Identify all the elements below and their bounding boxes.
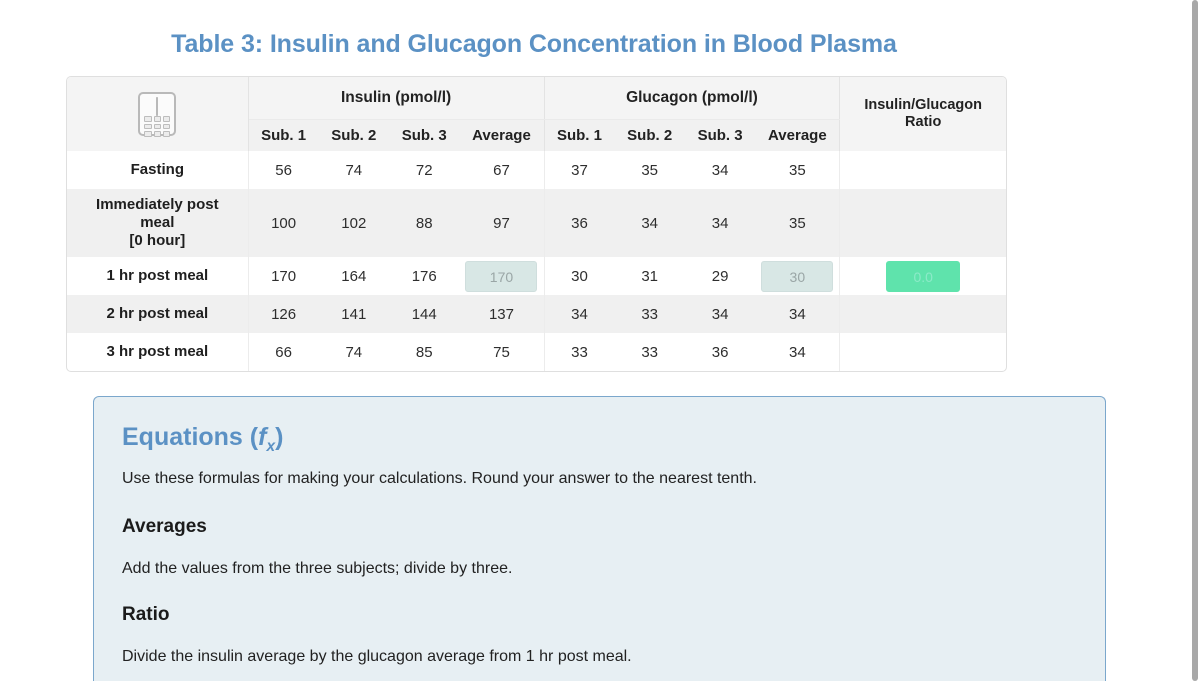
cell-1hr-glucagon-sub3: 29 — [711, 267, 729, 285]
cell-1hr-insulin-average: 170 — [459, 257, 545, 295]
cell-3hr-glucagon-sub1: 33 — [571, 343, 588, 361]
cell-3hr-insulin-average: 75 — [459, 333, 545, 371]
fx-subscript: x — [266, 438, 276, 455]
cell-fasting-insulin-average: 67 — [459, 151, 545, 189]
ratio-heading: Ratio — [122, 604, 170, 625]
cell-1hr-glucagon-sub2: 31 — [641, 267, 659, 285]
table-row: 3 hr post meal 66 74 85 75 33 33 36 34 — [67, 333, 1006, 371]
cell-fasting-glucagon-average: 35 — [755, 151, 841, 189]
averages-heading: Averages — [122, 516, 207, 537]
calculator-icon — [138, 92, 177, 137]
cell-postmeal0-glucagon-sub2: 34 — [614, 189, 685, 257]
cell-2hr-glucagon-sub3: 34 — [684, 295, 756, 333]
header-ratio-line2: Ratio — [905, 114, 942, 130]
insulin-average-input[interactable]: 170 — [465, 260, 538, 292]
cell-fasting-insulin-sub2: 74 — [345, 161, 363, 179]
header-insulin-average: Average — [459, 119, 545, 151]
header-group-row: Insulin (pmol/l) Glucagon (pmol/l) Insul… — [67, 77, 1006, 151]
page-scrollbar[interactable] — [1188, 0, 1200, 681]
header-insulin-sub1: Sub. 1 — [248, 119, 319, 151]
header-glucagon-average: Average — [755, 119, 841, 151]
cell-1hr-glucagon-average: 30 — [755, 257, 841, 295]
data-table-card: Insulin (pmol/l) Glucagon (pmol/l) Insul… — [66, 76, 1007, 372]
table-head: Insulin (pmol/l) Glucagon (pmol/l) Insul… — [67, 77, 1006, 151]
cell-postmeal0-glucagon-sub1: 36 — [544, 189, 615, 257]
header-insulin-group: Insulin (pmol/l) — [248, 77, 545, 120]
cell-1hr-ratio: 0.0 — [840, 257, 1006, 295]
table-body: Fasting 56 74 72 67 37 35 34 35 Immediat… — [67, 151, 1006, 371]
calculator-screen — [156, 97, 159, 116]
cell-2hr-glucagon-average: 34 — [755, 295, 841, 333]
cell-1hr-insulin-sub3: 176 — [411, 267, 437, 285]
cell-2hr-insulin-average: 137 — [459, 295, 545, 333]
calculator-icon-cell — [67, 77, 249, 151]
cell-1hr-insulin-sub1: 170 — [271, 267, 297, 285]
cell-3hr-glucagon-average: 34 — [755, 333, 841, 371]
ratio-text: Divide the insulin average by the glucag… — [122, 648, 632, 665]
cell-postmeal0-glucagon-sub3: 34 — [684, 189, 756, 257]
row-label-line3: [0 hour] — [129, 232, 186, 250]
header-insulin-sub2: Sub. 2 — [318, 119, 390, 151]
cell-postmeal0-insulin-average: 97 — [459, 189, 545, 257]
cell-postmeal0-insulin-sub1: 100 — [248, 189, 319, 257]
cell-3hr-insulin-sub2: 74 — [345, 343, 363, 361]
cell-2hr-glucagon-sub1: 34 — [544, 295, 615, 333]
header-glucagon-sub1: Sub. 1 — [544, 119, 615, 151]
cell-1hr-insulin-sub2: 164 — [341, 267, 367, 285]
header-glucagon-sub2: Sub. 2 — [614, 119, 685, 151]
cell-fasting-insulin-sub1: 56 — [275, 161, 292, 179]
cell-1hr-glucagon-sub1: 30 — [571, 267, 588, 285]
cell-postmeal0-insulin-sub2: 102 — [318, 189, 390, 257]
equations-title-text: Equations ( — [122, 423, 259, 451]
table-row: 1 hr post meal 170 164 176 170 30 31 29 … — [67, 257, 1006, 295]
averages-text: Add the values from the three subjects; … — [122, 560, 513, 577]
header-ratio: Insulin/Glucagon Ratio — [839, 77, 1006, 151]
table-row: Immediately post meal [0 hour] 100 102 8… — [67, 189, 1006, 257]
cell-fasting-ratio — [840, 151, 1006, 189]
cell-postmeal0-insulin-sub3: 88 — [389, 189, 460, 257]
insulin-glucagon-table: Insulin (pmol/l) Glucagon (pmol/l) Insul… — [67, 77, 1006, 371]
cell-fasting-glucagon-sub3: 34 — [711, 161, 729, 179]
scrollbar-thumb[interactable] — [1192, 0, 1198, 681]
equations-title-close: ) — [275, 423, 284, 451]
cell-3hr-glucagon-sub3: 36 — [711, 343, 729, 361]
cell-postmeal0-ratio — [839, 189, 1006, 257]
header-glucagon-sub3: Sub. 3 — [684, 119, 756, 151]
cell-3hr-glucagon-sub2: 33 — [641, 343, 659, 361]
cell-fasting-glucagon-sub1: 37 — [571, 161, 588, 179]
glucagon-average-input[interactable]: 30 — [761, 260, 834, 292]
cell-2hr-insulin-sub3: 144 — [389, 295, 460, 333]
equations-fx-symbol: fx — [258, 423, 275, 455]
cell-fasting-glucagon-sub2: 35 — [641, 161, 659, 179]
row-label-3hr-post-meal: 3 hr post meal — [67, 333, 249, 371]
row-label-line2: meal — [140, 213, 175, 231]
cell-fasting-insulin-sub3: 72 — [415, 161, 433, 179]
equations-panel: Equations (fx) Use these formulas for ma… — [93, 396, 1106, 681]
equations-lead-text: Use these formulas for making your calcu… — [122, 470, 757, 487]
calculator-keys — [144, 116, 171, 137]
row-label-1hr-post-meal: 1 hr post meal — [67, 257, 249, 295]
cell-2hr-insulin-sub2: 141 — [318, 295, 390, 333]
cell-2hr-insulin-sub1: 126 — [248, 295, 319, 333]
cell-2hr-glucagon-sub2: 33 — [614, 295, 685, 333]
cell-postmeal0-glucagon-average: 35 — [755, 189, 841, 257]
row-label-fasting: Fasting — [67, 151, 249, 189]
row-label-immediately-post-meal: Immediately post meal [0 hour] — [67, 189, 249, 257]
header-ratio-line1: Insulin/Glucagon — [864, 96, 982, 113]
table-row: 2 hr post meal 126 141 144 137 34 33 34 … — [67, 295, 1006, 333]
row-label-line1: Immediately post — [96, 195, 219, 213]
cell-3hr-ratio — [840, 333, 1006, 371]
table-row: Fasting 56 74 72 67 37 35 34 35 — [67, 151, 1006, 189]
header-glucagon-group: Glucagon (pmol/l) — [544, 77, 841, 120]
page-root: Table 3: Insulin and Glucagon Concentrat… — [0, 0, 1200, 681]
page-title: Table 3: Insulin and Glucagon Concentrat… — [171, 30, 897, 58]
insulin-glucagon-ratio-input[interactable]: 0.0 — [886, 260, 961, 292]
cell-3hr-insulin-sub3: 85 — [415, 343, 433, 361]
equations-title: Equations (fx) — [122, 423, 1077, 456]
row-label-2hr-post-meal: 2 hr post meal — [67, 295, 249, 333]
header-insulin-sub3: Sub. 3 — [389, 119, 460, 151]
cell-2hr-ratio — [839, 295, 1006, 333]
cell-3hr-insulin-sub1: 66 — [275, 343, 292, 361]
